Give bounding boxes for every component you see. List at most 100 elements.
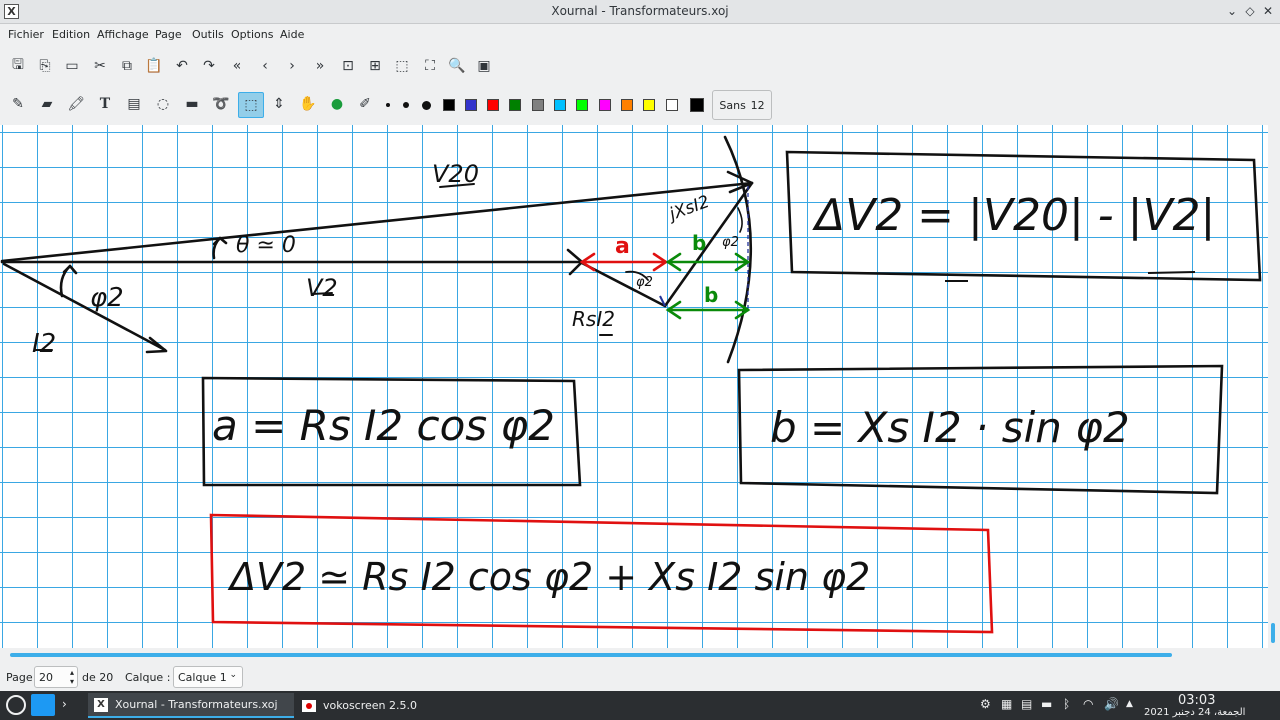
xournal-task-icon: X: [94, 697, 108, 712]
task-vokoscreen[interactable]: vokoscreen 2.5.0: [296, 693, 486, 718]
export-pdf-icon[interactable]: ⎘: [34, 55, 56, 77]
color-swatch[interactable]: [487, 99, 499, 111]
font-name: Sans: [719, 98, 746, 112]
label-phi2-small: φ2: [636, 275, 653, 290]
task-xournal[interactable]: X Xournal - Transformateurs.xoj: [88, 693, 294, 718]
next-page-icon[interactable]: ›: [281, 55, 303, 77]
hand-icon[interactable]: ✋: [297, 93, 319, 115]
folder-icon[interactable]: [31, 694, 55, 716]
thickness-fine-icon[interactable]: [386, 103, 390, 107]
network-tray-icon[interactable]: ⚙: [980, 697, 991, 711]
ruler-icon[interactable]: ▬: [181, 93, 203, 115]
zoom-fit-icon[interactable]: ⊡: [337, 55, 359, 77]
menu-affichage[interactable]: Affichage: [97, 28, 149, 41]
clock-time[interactable]: 03:03: [1178, 693, 1215, 708]
menu-page[interactable]: Page: [155, 28, 182, 41]
color-swatch[interactable]: [643, 99, 655, 111]
label-phi2: φ2: [90, 283, 124, 313]
menu-fichier[interactable]: Fichier: [8, 28, 44, 41]
drive-tray-icon[interactable]: ▬: [1041, 697, 1052, 711]
color-swatch[interactable]: [465, 99, 477, 111]
screenshot-tray-icon[interactable]: ▦: [1001, 697, 1012, 711]
redo-icon[interactable]: ↷: [198, 55, 220, 77]
label-b-top: b: [692, 231, 706, 255]
page-total: de 20: [82, 671, 114, 684]
label-i2: I2: [32, 329, 56, 359]
vertical-scrollbar[interactable]: [1268, 125, 1280, 648]
menu-aide[interactable]: Aide: [280, 28, 304, 41]
copy-icon[interactable]: ⧉: [116, 55, 138, 77]
label-v20: V20: [432, 160, 479, 188]
horizontal-scroll-thumb[interactable]: [10, 653, 1172, 657]
spin-arrows-icon[interactable]: ▴ ▾: [70, 668, 74, 686]
save-icon[interactable]: 🖫: [7, 55, 29, 77]
text-icon[interactable]: T: [94, 93, 116, 115]
menu-options[interactable]: Options: [231, 28, 273, 41]
menu-outils[interactable]: Outils: [192, 28, 224, 41]
maximize-icon[interactable]: ◇: [1242, 3, 1258, 19]
pen-icon[interactable]: ✎: [7, 93, 29, 115]
color-swatch[interactable]: [599, 99, 611, 111]
current-color-swatch[interactable]: [690, 98, 704, 112]
color-swatch[interactable]: [576, 99, 588, 111]
close-icon[interactable]: ✕: [1260, 3, 1276, 19]
first-page-icon[interactable]: «: [226, 55, 248, 77]
wifi-icon[interactable]: ◠: [1083, 697, 1093, 711]
ink-layer: V20 θ ≃ 0 V2 φ2 I2 jXsI2 RsI2 φ2 φ2 a b …: [0, 135, 1262, 634]
window-title: Xournal - Transformateurs.xoj: [551, 4, 729, 18]
undo-icon[interactable]: ↶: [171, 55, 193, 77]
last-page-icon[interactable]: »: [309, 55, 331, 77]
eraser-icon[interactable]: ▰: [36, 93, 58, 115]
previous-page-icon[interactable]: ‹: [254, 55, 276, 77]
app-launcher-icon[interactable]: [6, 695, 26, 715]
label-phi2-right: φ2: [722, 235, 739, 250]
page-number: 20: [39, 671, 53, 684]
zoom-height-icon[interactable]: ⛶: [419, 55, 441, 77]
clock-date: الجمعة، 24 دجنبر 2021: [1144, 707, 1246, 718]
highlighter-icon[interactable]: 🖍: [65, 93, 87, 115]
default-tool-icon[interactable]: ●: [326, 93, 348, 115]
label-jxs-i2: jXsI2: [665, 192, 712, 226]
shape-recognizer-icon[interactable]: ◌: [152, 93, 174, 115]
color-swatch[interactable]: [554, 99, 566, 111]
paste-icon[interactable]: 📋: [143, 55, 165, 77]
delta-v2-definition-text: ΔV2 = |V20| - |V2|: [812, 190, 1215, 241]
zoom-width-icon[interactable]: ⬚: [391, 55, 413, 77]
font-size: 12: [750, 98, 765, 112]
horizontal-scrollbar[interactable]: [0, 648, 1280, 660]
bluetooth-icon[interactable]: ᛒ: [1063, 697, 1070, 711]
label-a: a: [615, 234, 630, 259]
color-swatch[interactable]: [509, 99, 521, 111]
font-button[interactable]: Sans 12: [712, 90, 772, 120]
page-spinbox[interactable]: 20 ▴ ▾: [34, 666, 78, 688]
layer-select[interactable]: Calque 1 ⌄: [173, 666, 243, 688]
color-swatch[interactable]: [621, 99, 633, 111]
vertical-space-icon[interactable]: ⇕: [268, 93, 290, 115]
zoom-100-icon[interactable]: ⊞: [364, 55, 386, 77]
fullscreen-icon[interactable]: ▣: [473, 55, 495, 77]
rect-select-icon[interactable]: ⬚: [238, 92, 264, 118]
lasso-icon[interactable]: ➰: [210, 93, 232, 115]
thickness-thick-icon[interactable]: [422, 101, 431, 110]
vertical-scroll-thumb[interactable]: [1271, 623, 1275, 643]
cut-icon[interactable]: ✂: [89, 55, 111, 77]
clipboard-tray-icon[interactable]: ▤: [1021, 697, 1032, 711]
minimize-icon[interactable]: ⌄: [1224, 3, 1240, 19]
volume-icon[interactable]: 🔊: [1104, 697, 1119, 711]
color-swatch[interactable]: [666, 99, 678, 111]
label-b-bottom: b: [704, 283, 718, 307]
thickness-medium-icon[interactable]: [403, 102, 409, 108]
open-icon[interactable]: ▭: [61, 55, 83, 77]
color-swatch[interactable]: [532, 99, 544, 111]
menu-bar: Fichier Edition Affichage Page Outils Op…: [0, 24, 1280, 46]
menu-edition[interactable]: Edition: [52, 28, 90, 41]
task-vokoscreen-label: vokoscreen 2.5.0: [323, 699, 417, 712]
color-swatch[interactable]: [443, 99, 455, 111]
drawing-canvas[interactable]: V20 θ ≃ 0 V2 φ2 I2 jXsI2 RsI2 φ2 φ2 a b …: [0, 125, 1268, 648]
tray-expand-icon[interactable]: ▲: [1126, 699, 1133, 709]
b-formula-text: b = Xs I2 · sin φ2: [770, 403, 1130, 452]
chevron-right-icon[interactable]: ›: [62, 697, 67, 711]
zoom-icon[interactable]: 🔍: [446, 55, 468, 77]
default-pen-icon[interactable]: ✐: [354, 93, 376, 115]
image-icon[interactable]: ▤: [123, 93, 145, 115]
